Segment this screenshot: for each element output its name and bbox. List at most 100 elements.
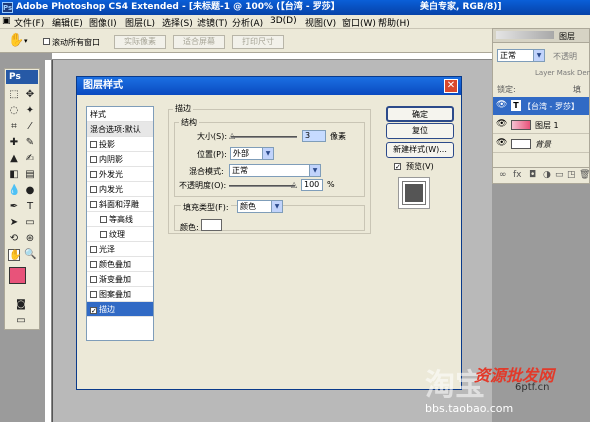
menu-file[interactable]: 文件(F) bbox=[14, 16, 44, 29]
style-checkbox[interactable] bbox=[100, 216, 107, 223]
move-tool-icon[interactable]: ✥ bbox=[24, 89, 36, 101]
history-brush-tool-icon[interactable]: ✍ bbox=[24, 153, 36, 165]
shape-tool-icon[interactable]: ▭ bbox=[24, 217, 36, 229]
print-size-button[interactable]: 打印尺寸 bbox=[232, 35, 284, 49]
size-slider[interactable] bbox=[231, 136, 297, 138]
style-list-item[interactable]: ✓ 描边 bbox=[87, 302, 153, 317]
fit-screen-button[interactable]: 适合屏幕 bbox=[173, 35, 225, 49]
style-list-item[interactable]: 纹理 bbox=[87, 227, 153, 242]
stroke-color-swatch[interactable] bbox=[201, 219, 222, 231]
brush-tool-icon[interactable]: ✎ bbox=[24, 137, 36, 149]
menu-image[interactable]: 图像(I) bbox=[89, 16, 117, 29]
crop-tool-icon[interactable]: ⌗ bbox=[8, 121, 20, 133]
menu-filter[interactable]: 滤镜(T) bbox=[197, 16, 228, 29]
style-list-item[interactable]: 颜色叠加 bbox=[87, 257, 153, 272]
style-list-item[interactable]: 内发光 bbox=[87, 182, 153, 197]
style-checkbox[interactable] bbox=[90, 171, 97, 178]
style-list-item[interactable]: 光泽 bbox=[87, 242, 153, 257]
style-list-item[interactable]: 斜面和浮雕 bbox=[87, 197, 153, 212]
style-checkbox[interactable] bbox=[90, 291, 97, 298]
hand-tool-icon[interactable]: ✋ bbox=[8, 33, 24, 48]
layer-row[interactable]: 👁 背景 bbox=[493, 135, 589, 153]
preview-checkbox[interactable]: ✓ bbox=[394, 161, 401, 171]
fill-type-select[interactable]: 颜色 ▼ bbox=[237, 200, 283, 213]
style-checkbox[interactable] bbox=[90, 156, 97, 163]
blend-mode-select[interactable]: 正常 ▼ bbox=[229, 164, 321, 177]
healing-brush-tool-icon[interactable]: ✚ bbox=[8, 137, 20, 149]
hand-tool-selected-icon[interactable]: ✋ bbox=[8, 249, 21, 261]
menu-edit[interactable]: 编辑(E) bbox=[52, 16, 83, 29]
style-checkbox[interactable] bbox=[90, 246, 97, 253]
3d-rotate-tool-icon[interactable]: ⟲ bbox=[8, 233, 20, 245]
menu-analysis[interactable]: 分析(A) bbox=[232, 16, 263, 29]
layer-row[interactable]: 👁 T 【台湾 - 罗莎】 bbox=[493, 97, 589, 115]
style-list-item[interactable]: 外发光 bbox=[87, 167, 153, 182]
actual-pixels-button[interactable]: 实际像素 bbox=[114, 35, 166, 49]
eye-icon[interactable]: 👁 bbox=[496, 138, 507, 148]
clone-stamp-tool-icon[interactable]: ▲ bbox=[8, 153, 20, 165]
position-select[interactable]: 外部 ▼ bbox=[230, 147, 274, 160]
style-list-item[interactable]: 渐变叠加 bbox=[87, 272, 153, 287]
new-layer-icon[interactable]: ◳ bbox=[567, 170, 576, 180]
eyedropper-tool-icon[interactable]: ⁄ bbox=[24, 121, 36, 133]
scroll-all-checkbox[interactable] bbox=[40, 37, 52, 47]
adjustment-layer-icon[interactable]: ◑ bbox=[543, 170, 551, 180]
menu-layer[interactable]: 图层(L) bbox=[125, 16, 155, 29]
delete-layer-icon[interactable]: 🗑 bbox=[579, 170, 590, 180]
foreground-color-swatch[interactable] bbox=[9, 267, 26, 284]
layer-fx-icon[interactable]: fx bbox=[513, 170, 522, 180]
style-list-item[interactable]: 投影 bbox=[87, 137, 153, 152]
menu-window[interactable]: 窗口(W) bbox=[342, 16, 376, 29]
marquee-tool-icon[interactable]: ⬚ bbox=[8, 89, 20, 101]
style-checkbox[interactable] bbox=[90, 141, 97, 148]
tool-preset-arrow-icon[interactable]: ▾ bbox=[24, 37, 28, 45]
close-icon[interactable]: ✕ bbox=[444, 79, 458, 93]
menu-3d[interactable]: 3D(D) bbox=[270, 16, 297, 26]
opacity-slider-thumb[interactable]: △ bbox=[291, 180, 297, 189]
new-group-icon[interactable]: ▭ bbox=[555, 170, 564, 180]
quick-mask-icon[interactable]: ◙ bbox=[15, 299, 27, 311]
style-list-header[interactable]: 样式 bbox=[87, 107, 153, 122]
blur-tool-icon[interactable]: 💧 bbox=[8, 185, 20, 197]
gradient-tool-icon[interactable]: ▤ bbox=[24, 169, 36, 181]
reset-button[interactable]: 复位 bbox=[386, 123, 454, 139]
dodge-tool-icon[interactable]: ● bbox=[24, 185, 36, 197]
ps-menu-icon[interactable]: ▣ bbox=[2, 16, 11, 26]
ok-button[interactable]: 确定 bbox=[386, 106, 454, 122]
style-list-item[interactable]: 等高线 bbox=[87, 212, 153, 227]
layers-panel-scroll bbox=[496, 31, 554, 39]
style-checkbox[interactable] bbox=[90, 261, 97, 268]
size-slider-thumb[interactable]: △ bbox=[229, 131, 235, 140]
screen-mode-icon[interactable]: ▭ bbox=[15, 315, 27, 327]
menu-help[interactable]: 帮助(H) bbox=[378, 16, 410, 29]
style-list-item[interactable]: 混合选项:默认 bbox=[87, 122, 153, 137]
style-checkbox[interactable]: ✓ bbox=[90, 307, 97, 315]
menu-view[interactable]: 视图(V) bbox=[305, 16, 336, 29]
style-checkbox[interactable] bbox=[90, 186, 97, 193]
type-tool-icon[interactable]: T bbox=[24, 201, 36, 213]
style-list-item[interactable]: 图案叠加 bbox=[87, 287, 153, 302]
new-style-button[interactable]: 新建样式(W)... bbox=[386, 142, 454, 158]
style-checkbox[interactable] bbox=[100, 231, 107, 238]
opacity-input[interactable]: 100 bbox=[301, 179, 323, 191]
opacity-slider[interactable] bbox=[229, 185, 295, 187]
3d-orbit-tool-icon[interactable]: ⊛ bbox=[24, 233, 36, 245]
eye-icon[interactable]: 👁 bbox=[496, 100, 507, 110]
style-list-item[interactable]: 内阴影 bbox=[87, 152, 153, 167]
lasso-tool-icon[interactable]: ◌ bbox=[8, 105, 20, 117]
link-layers-icon[interactable]: ∞ bbox=[499, 170, 507, 180]
layers-tab[interactable]: 图层 bbox=[559, 31, 575, 42]
style-checkbox[interactable] bbox=[90, 201, 97, 208]
eraser-tool-icon[interactable]: ◧ bbox=[8, 169, 20, 181]
layer-row[interactable]: 👁 图层 1 bbox=[493, 116, 589, 134]
menu-select[interactable]: 选择(S) bbox=[162, 16, 193, 29]
zoom-tool-icon[interactable]: 🔍 bbox=[24, 249, 36, 261]
magic-wand-tool-icon[interactable]: ✦ bbox=[24, 105, 36, 117]
add-mask-icon[interactable]: ◘ bbox=[529, 170, 536, 180]
eye-icon[interactable]: 👁 bbox=[496, 119, 507, 129]
style-checkbox[interactable] bbox=[90, 276, 97, 283]
layer-blend-mode-select[interactable]: 正常 ▼ bbox=[497, 49, 545, 62]
path-selection-tool-icon[interactable]: ➤ bbox=[8, 217, 20, 229]
pen-tool-icon[interactable]: ✒ bbox=[8, 201, 20, 213]
size-input[interactable]: 3 bbox=[302, 130, 326, 142]
